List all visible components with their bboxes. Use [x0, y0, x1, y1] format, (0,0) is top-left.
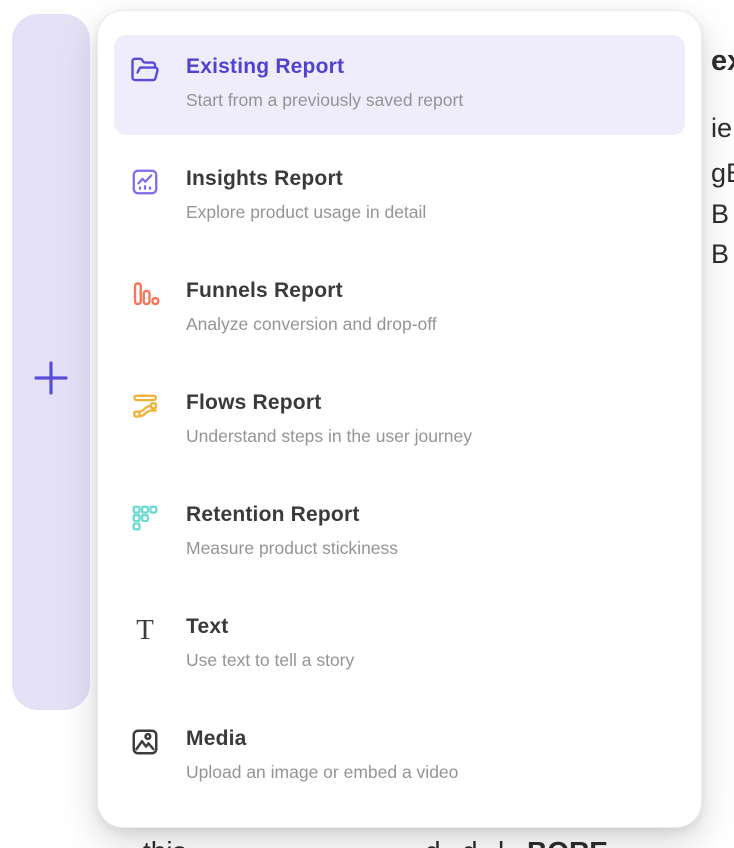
insights-chart-icon [130, 167, 160, 197]
background-text-fragment: d [462, 836, 478, 848]
flows-icon [130, 391, 160, 421]
menu-item-subtitle: Start from a previously saved report [186, 87, 463, 113]
menu-item-title: Existing Report [186, 53, 463, 81]
retention-grid-icon [130, 503, 160, 533]
background-text-fragment: B [711, 239, 729, 270]
background-text-fragment: ie [711, 113, 732, 144]
menu-item-subtitle: Understand steps in the user journey [186, 423, 472, 449]
media-image-icon [130, 727, 160, 757]
menu-item-title: Retention Report [186, 501, 398, 529]
background-text-fragment: BORE [527, 836, 608, 848]
menu-item-subtitle: Measure product stickiness [186, 535, 398, 561]
svg-text:T: T [136, 615, 154, 645]
background-text-fragment: B [711, 199, 729, 230]
menu-item-retention[interactable]: Retention Report Measure product stickin… [114, 483, 685, 583]
menu-item-subtitle: Use text to tell a story [186, 647, 354, 673]
menu-item-media[interactable]: Media Upload an image or embed a video [114, 707, 685, 807]
menu-item-title: Flows Report [186, 389, 472, 417]
plus-icon [34, 361, 68, 395]
background-text-fragment: gB [711, 158, 734, 189]
funnel-bars-icon [130, 279, 160, 309]
folder-open-icon [130, 55, 160, 85]
background-text-fragment: this [143, 836, 187, 848]
menu-item-insights[interactable]: Insights Report Explore product usage in… [114, 147, 685, 247]
add-item-button[interactable] [34, 361, 68, 395]
screen: ex ie gB BB this d d l BORE Existing Report Sta… [0, 0, 734, 848]
menu-item-subtitle: Upload an image or embed a video [186, 759, 458, 785]
text-icon: T [130, 615, 160, 645]
menu-item-existing[interactable]: Existing Report Start from a previously … [114, 35, 685, 135]
menu-item-title: Funnels Report [186, 277, 437, 305]
menu-item-flows[interactable]: Flows Report Understand steps in the use… [114, 371, 685, 471]
background-text-fragment: l [498, 836, 504, 848]
add-report-menu: Existing Report Start from a previously … [97, 10, 702, 828]
menu-item-title: Insights Report [186, 165, 426, 193]
background-text-fragment: d [425, 836, 441, 848]
menu-item-title: Text [186, 613, 354, 641]
background-text-fragment: ex [711, 45, 734, 78]
menu-item-text[interactable]: T Text Use text to tell a story [114, 595, 685, 695]
menu-item-subtitle: Analyze conversion and drop-off [186, 311, 437, 337]
menu-item-subtitle: Explore product usage in detail [186, 199, 426, 225]
menu-item-title: Media [186, 725, 458, 753]
board-add-rail [12, 14, 90, 710]
menu-item-funnels[interactable]: Funnels Report Analyze conversion and dr… [114, 259, 685, 359]
